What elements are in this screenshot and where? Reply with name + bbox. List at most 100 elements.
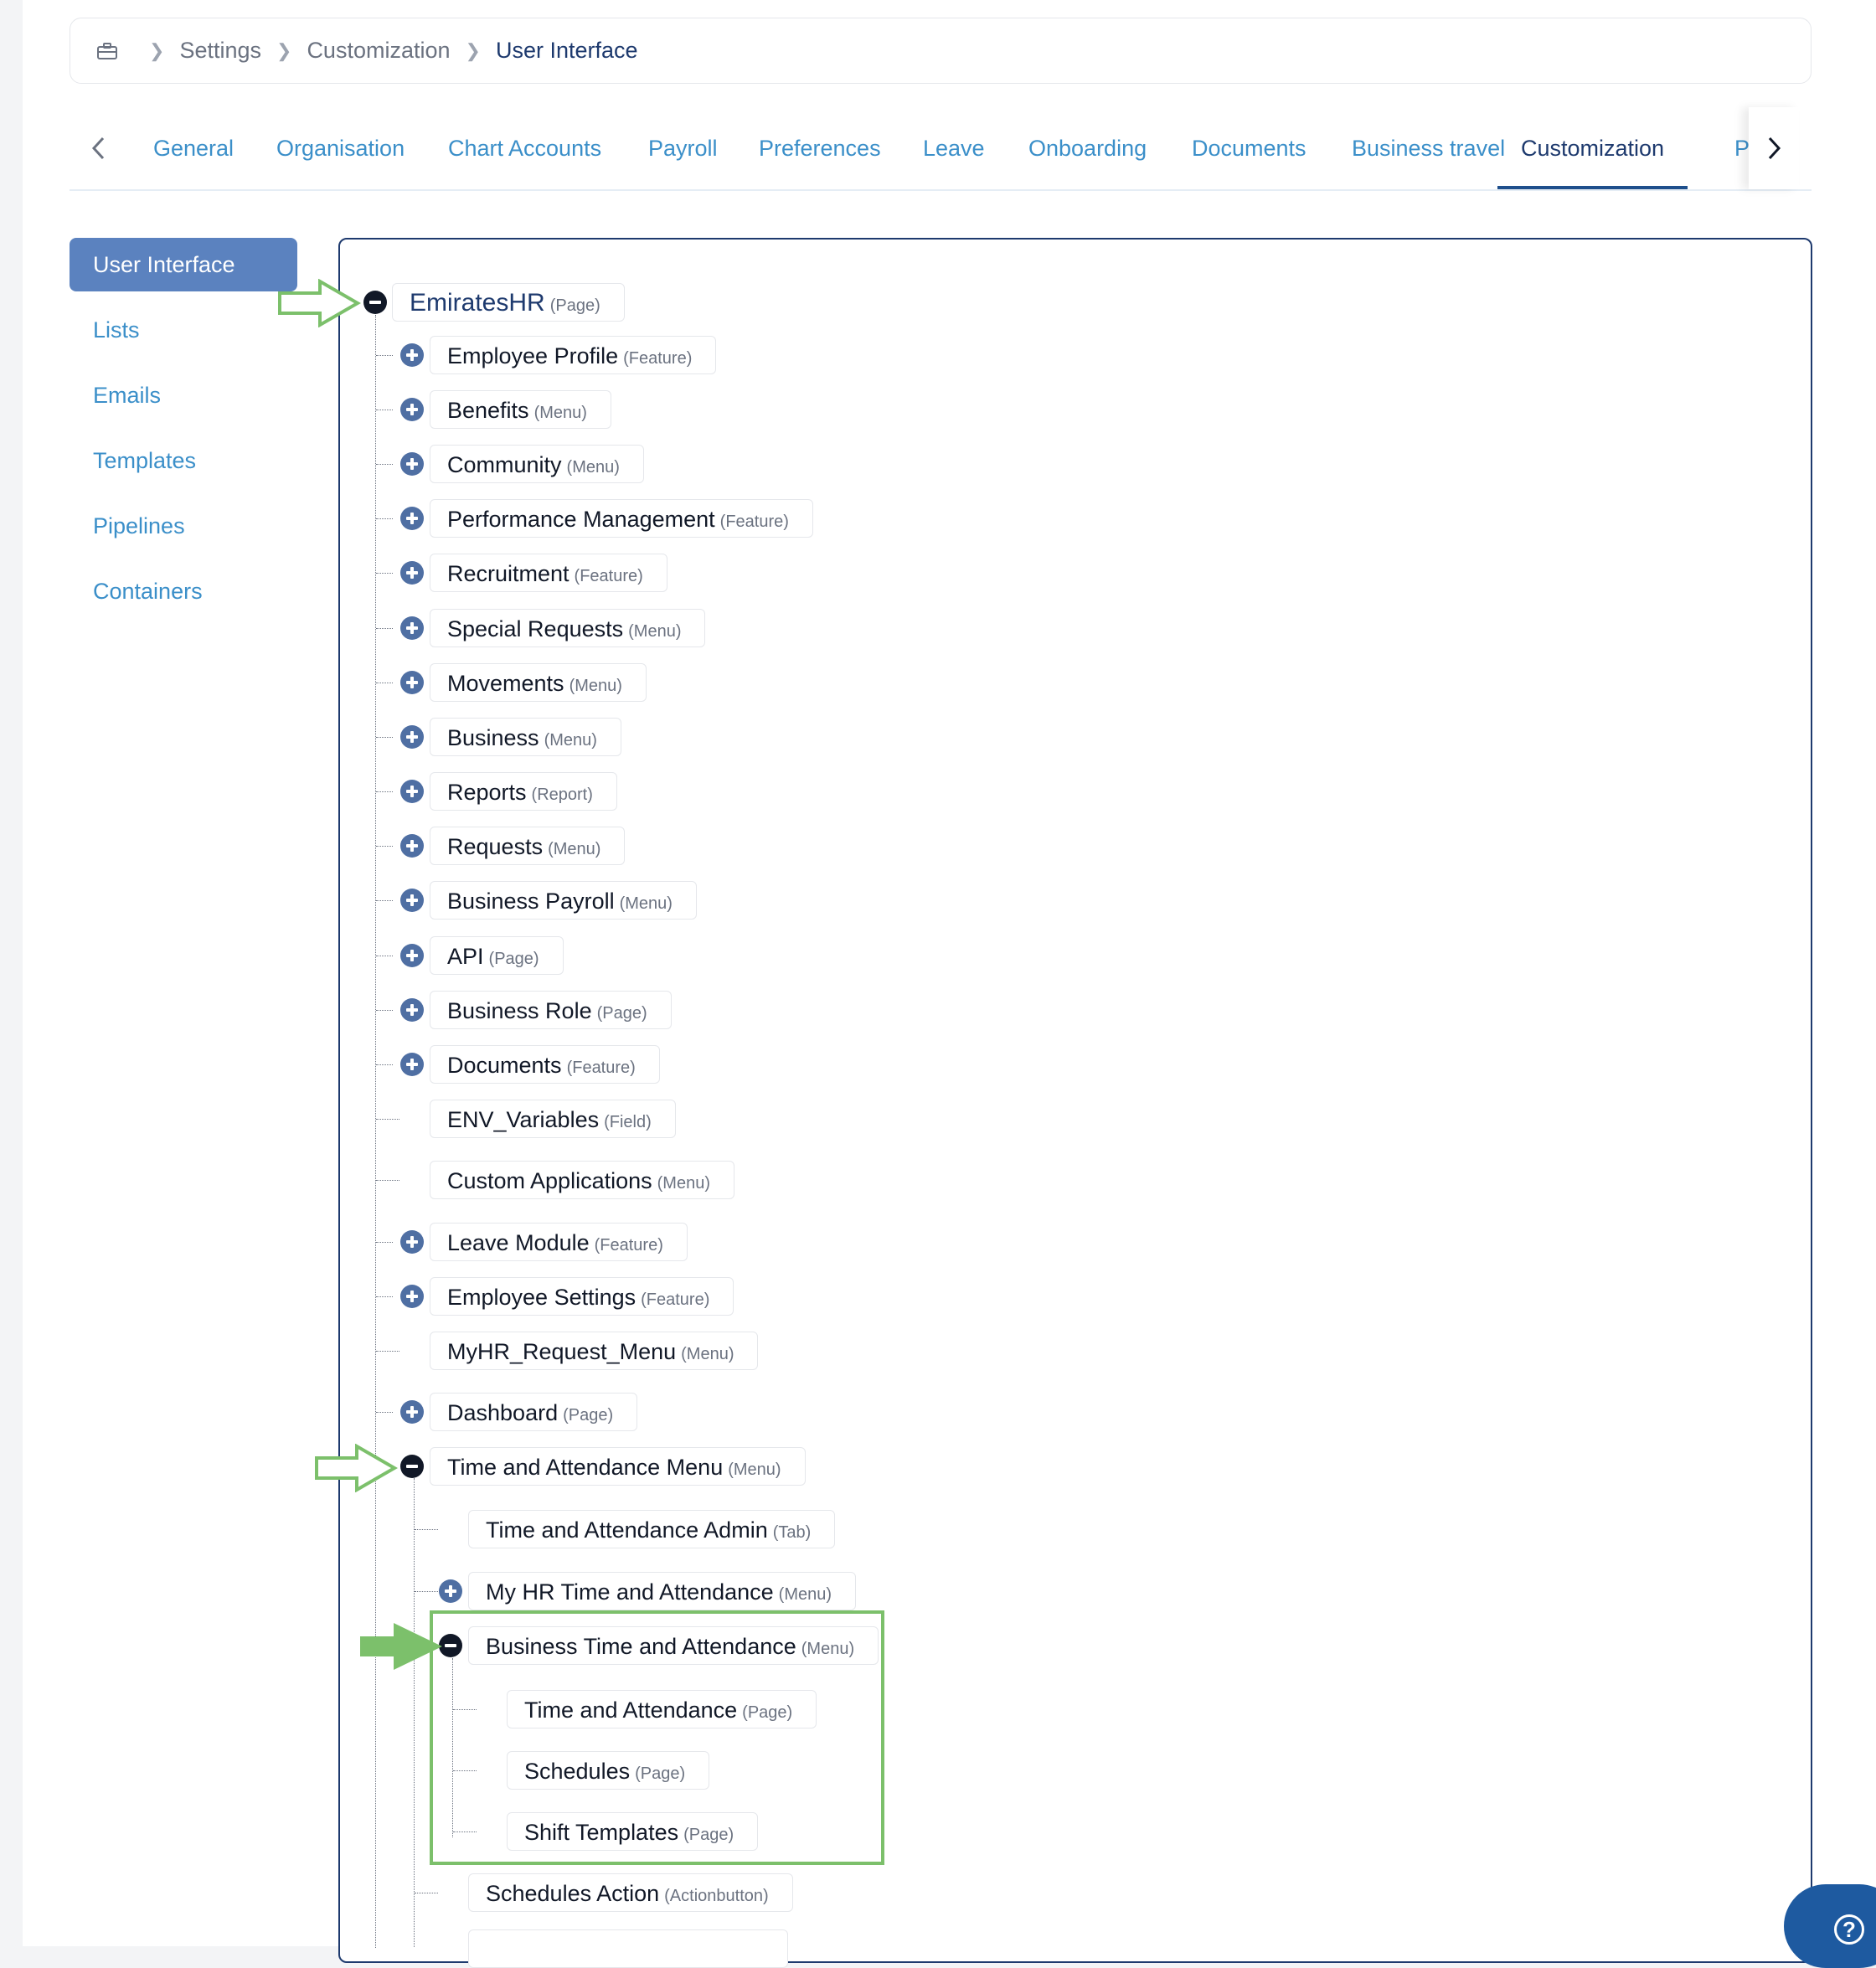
sidenav-containers[interactable]: Containers [70, 564, 297, 618]
expand-icon[interactable] [400, 561, 424, 585]
tree-connector [376, 573, 393, 574]
tab-preferences[interactable]: Preferences [759, 107, 881, 189]
tree-connector [376, 628, 393, 629]
breadcrumb-current: User Interface [495, 38, 638, 63]
annotation-arrow-filled [360, 1623, 442, 1670]
help-button[interactable]: ? [1784, 1884, 1876, 1968]
sidenav-pipelines[interactable]: Pipelines [70, 499, 297, 553]
expand-icon[interactable] [400, 1400, 424, 1424]
tree-connector [376, 518, 393, 519]
settings-tabs: General Organisation Chart Accounts Payr… [70, 107, 1812, 191]
tab-organisation[interactable]: Organisation [276, 107, 405, 189]
expand-icon[interactable] [400, 944, 424, 967]
collapse-icon[interactable] [400, 1455, 424, 1478]
chevron-right-icon: ❯ [465, 39, 481, 61]
tab-partial[interactable]: Po [1734, 107, 1750, 189]
tab-chart-accounts[interactable]: Chart Accounts [448, 107, 601, 189]
tree-connector [376, 1180, 399, 1181]
tree-node[interactable]: Reports (Report) [430, 772, 617, 811]
tree-node[interactable]: Requests (Menu) [430, 827, 626, 865]
expand-icon[interactable] [400, 671, 424, 694]
tree-root-node[interactable]: EmiratesHR (Page) [392, 283, 625, 322]
tab-business-travel[interactable]: Business travel [1352, 107, 1505, 189]
tree-connector [376, 1064, 393, 1065]
tree-node[interactable]: MyHR_Request_Menu (Menu) [430, 1332, 759, 1370]
tree-connector [376, 791, 393, 792]
expand-icon[interactable] [400, 725, 424, 749]
tree-connector [376, 900, 393, 901]
tree-node[interactable]: Community (Menu) [430, 445, 644, 483]
expand-icon[interactable] [400, 616, 424, 640]
expand-icon[interactable] [400, 998, 424, 1022]
tree-node-partial[interactable] [468, 1929, 788, 1968]
tree-node[interactable]: Time and Attendance Menu (Menu) [430, 1447, 806, 1486]
tree-node[interactable]: Recruitment (Feature) [430, 554, 667, 592]
tree-connector [376, 1119, 399, 1120]
tab-payroll[interactable]: Payroll [648, 107, 718, 189]
annotation-arrow-outline [315, 1444, 398, 1492]
tree-node[interactable]: Schedules Action (Actionbutton) [468, 1873, 793, 1912]
tree-node[interactable]: Documents (Feature) [430, 1045, 660, 1084]
expand-icon[interactable] [400, 398, 424, 421]
tabs-scroll-left-button[interactable] [78, 107, 120, 189]
tree-connector [376, 355, 393, 356]
tree-node[interactable]: Benefits (Menu) [430, 390, 611, 429]
tree-connector [414, 1478, 415, 1947]
tab-onboarding[interactable]: Onboarding [1028, 107, 1147, 189]
sidenav-templates[interactable]: Templates [70, 434, 297, 487]
tree-node[interactable]: ENV_Variables (Field) [430, 1100, 676, 1138]
sidenav-emails[interactable]: Emails [70, 368, 297, 422]
tab-customization[interactable]: Customization [1497, 107, 1688, 189]
tree-node[interactable]: Leave Module (Feature) [430, 1223, 688, 1261]
expand-icon[interactable] [439, 1579, 462, 1603]
tree-node[interactable]: Business (Menu) [430, 718, 621, 756]
tree-connector [376, 1242, 393, 1243]
tree-connector [376, 1351, 399, 1352]
tree-node[interactable]: Time and Attendance Admin (Tab) [468, 1510, 836, 1548]
tree-connector [376, 1010, 393, 1011]
tab-leave[interactable]: Leave [923, 107, 985, 189]
tree-node[interactable]: Business Role (Page) [430, 991, 672, 1029]
tree-node[interactable]: Custom Applications (Menu) [430, 1161, 734, 1199]
tree-node[interactable]: Employee Settings (Feature) [430, 1277, 734, 1316]
customization-sidenav: User Interface Lists Emails Templates Pi… [70, 238, 297, 630]
breadcrumb-settings[interactable]: Settings [179, 38, 261, 64]
highlight-box [430, 1610, 884, 1865]
tree-connector [376, 1412, 393, 1413]
breadcrumb-customization[interactable]: Customization [307, 38, 450, 64]
expand-icon[interactable] [400, 780, 424, 803]
tree-node[interactable]: API (Page) [430, 936, 564, 975]
question-circle-icon: ? [1834, 1914, 1864, 1945]
tree-node[interactable]: My HR Time and Attendance (Menu) [468, 1572, 857, 1610]
tree-node[interactable]: Business Payroll (Menu) [430, 881, 697, 920]
sidenav-lists[interactable]: Lists [70, 303, 297, 357]
tree-node[interactable]: Special Requests (Menu) [430, 609, 706, 647]
sidenav-user-interface[interactable]: User Interface [70, 238, 297, 291]
expand-icon[interactable] [400, 452, 424, 476]
expand-icon[interactable] [400, 1285, 424, 1308]
chevron-right-icon: ❯ [276, 39, 292, 61]
collapse-icon[interactable] [363, 291, 387, 314]
tree-connector [376, 846, 393, 847]
tree-connector [376, 1296, 393, 1297]
breadcrumb: ❯ Settings ❯ Customization ❯ User Interf… [70, 18, 1812, 84]
tree-connector [415, 1591, 438, 1592]
expand-icon[interactable] [400, 1053, 424, 1076]
expand-icon[interactable] [400, 1230, 424, 1254]
expand-icon[interactable] [400, 889, 424, 912]
tab-general[interactable]: General [153, 107, 234, 189]
briefcase-icon[interactable] [97, 42, 117, 59]
tree-connector [376, 737, 393, 738]
tree-node[interactable]: Dashboard (Page) [430, 1393, 638, 1431]
expand-icon[interactable] [400, 343, 424, 367]
tree-node[interactable]: Movements (Menu) [430, 663, 647, 702]
tabs-scroll-right-button[interactable] [1749, 107, 1799, 189]
tab-documents[interactable]: Documents [1192, 107, 1306, 189]
expand-icon[interactable] [400, 834, 424, 858]
tree-node[interactable]: Performance Management (Feature) [430, 499, 813, 538]
annotation-arrow-outline [278, 279, 361, 327]
chevron-right-icon: ❯ [149, 39, 165, 61]
tree-connector [375, 315, 376, 1948]
expand-icon[interactable] [400, 507, 424, 530]
tree-node[interactable]: Employee Profile (Feature) [430, 336, 717, 374]
